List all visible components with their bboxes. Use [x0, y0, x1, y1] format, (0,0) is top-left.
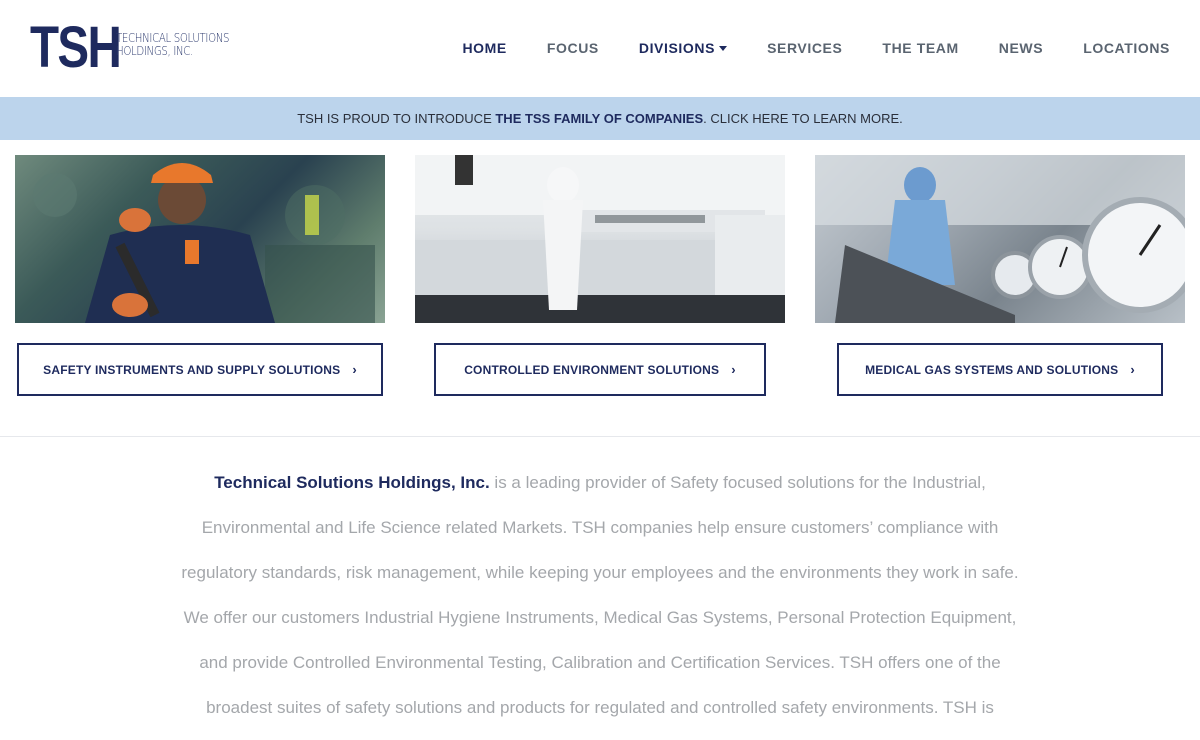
safety-instruments-label: SAFETY INSTRUMENTS AND SUPPLY SOLUTIONS	[43, 362, 341, 377]
medical-gas-photo[interactable]	[815, 155, 1185, 323]
banner-suffix: . CLICK HERE TO LEARN MORE.	[703, 111, 903, 126]
about-line-5: and provide Controlled Environmental Tes…	[199, 653, 1001, 672]
logo-mark: TSH	[30, 15, 122, 80]
gauges-illustration	[815, 155, 1185, 323]
about-line-3: regulatory standards, risk management, w…	[181, 563, 1019, 582]
nav-news[interactable]: NEWS	[999, 38, 1043, 58]
logo-wordmark: TECHNICAL SOLUTIONS HOLDINGS, INC.	[116, 32, 230, 58]
nav-home[interactable]: HOME	[462, 38, 506, 58]
caret-down-icon	[719, 45, 728, 51]
banner-prefix: TSH IS PROUD TO INTRODUCE	[297, 111, 496, 126]
about-text: is a leading provider of Safety focused …	[489, 473, 986, 492]
about-line-1: Technical Solutions Holdings, Inc. is a …	[150, 460, 1050, 505]
worker-illustration	[33, 163, 375, 323]
nav-the-team[interactable]: THE TEAM	[882, 38, 958, 58]
logo-line-2: HOLDINGS, INC.	[116, 44, 193, 58]
chevron-right-icon: ›	[352, 362, 357, 377]
controlled-environment-label: CONTROLLED ENVIRONMENT SOLUTIONS	[464, 362, 720, 377]
about-paragraph: Technical Solutions Holdings, Inc. is a …	[150, 460, 1050, 730]
nav-services[interactable]: SERVICES	[767, 38, 842, 58]
nav-locations[interactable]: LOCATIONS	[1083, 38, 1170, 58]
chevron-right-icon: ›	[731, 362, 736, 377]
medical-gas-button[interactable]: MEDICAL GAS SYSTEMS AND SOLUTIONS ›	[837, 343, 1163, 396]
main-nav: HOME FOCUS DIVISIONS SERVICES THE TEAM N…	[462, 38, 1170, 58]
site-header: TSH TECHNICAL SOLUTIONS HOLDINGS, INC. H…	[0, 0, 1200, 97]
announcement-banner[interactable]: TSH IS PROUD TO INTRODUCE THE TSS FAMILY…	[0, 97, 1200, 140]
about-line-6: broadest suites of safety solutions and …	[206, 698, 994, 717]
about-line-4: We offer our customers Industrial Hygien…	[183, 608, 1017, 627]
banner-highlight[interactable]: THE TSS FAMILY OF COMPANIES	[495, 111, 703, 126]
chevron-right-icon: ›	[1130, 362, 1135, 377]
about-line-2: Environmental and Life Science related M…	[201, 518, 999, 537]
safety-instruments-photo[interactable]	[15, 155, 385, 323]
section-divider	[0, 436, 1200, 437]
company-name: Technical Solutions Holdings, Inc.	[214, 473, 490, 492]
safety-instruments-button[interactable]: SAFETY INSTRUMENTS AND SUPPLY SOLUTIONS …	[17, 343, 383, 396]
company-logo[interactable]: TSH TECHNICAL SOLUTIONS HOLDINGS, INC.	[30, 15, 249, 80]
medical-gas-label: MEDICAL GAS SYSTEMS AND SOLUTIONS	[865, 362, 1119, 377]
nav-focus[interactable]: FOCUS	[547, 38, 599, 58]
nav-divisions-label: DIVISIONS	[638, 40, 716, 56]
controlled-environment-photo[interactable]	[415, 155, 785, 323]
nav-divisions[interactable]: DIVISIONS	[638, 38, 728, 58]
controlled-environment-button[interactable]: CONTROLLED ENVIRONMENT SOLUTIONS ›	[434, 343, 766, 396]
cleanroom-illustration	[415, 155, 785, 323]
